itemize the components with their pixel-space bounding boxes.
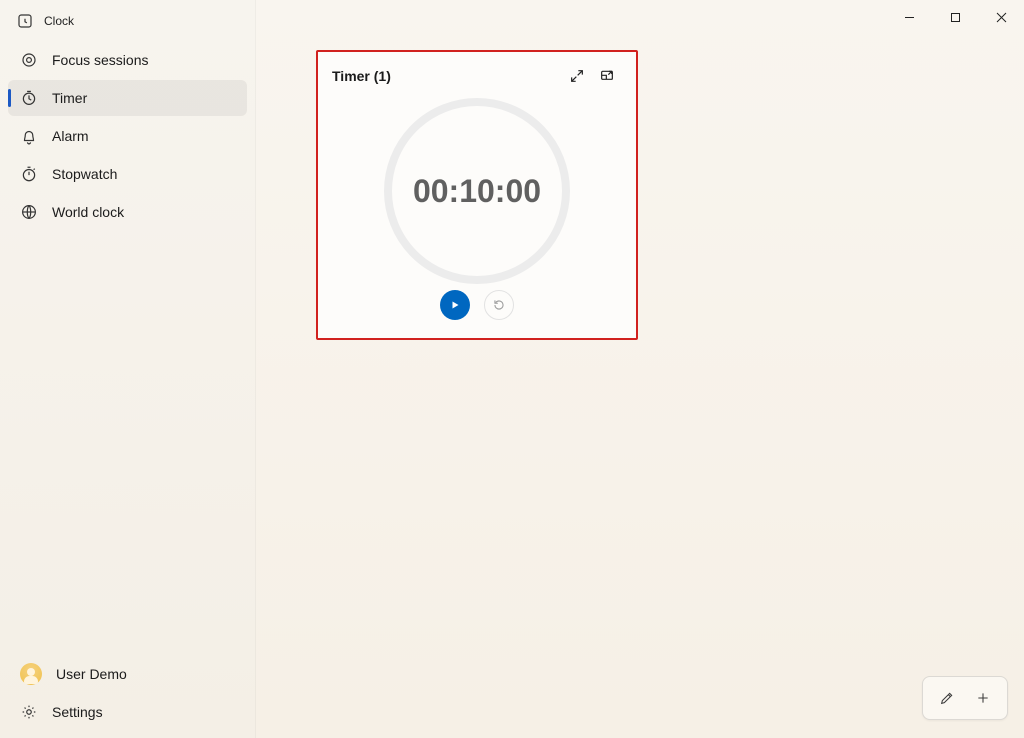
sidebar-item-timer[interactable]: Timer <box>8 80 247 116</box>
close-button[interactable] <box>978 0 1024 34</box>
nav: Focus sessions Timer Alarm Stopwatch Wor <box>4 40 251 232</box>
timer-time-display: 00:10:00 <box>413 173 541 210</box>
main: Timer (1) 00:10:00 <box>256 0 1024 738</box>
sidebar-item-world-clock[interactable]: World clock <box>8 194 247 230</box>
gear-icon <box>20 703 38 721</box>
timer-ring-wrap: 00:10:00 <box>332 90 622 290</box>
clock-app-icon <box>16 12 34 30</box>
reset-button[interactable] <box>484 290 514 320</box>
sidebar-bottom: User Demo Settings <box>4 656 251 734</box>
timer-icon <box>20 89 38 107</box>
sidebar-item-settings[interactable]: Settings <box>8 694 247 730</box>
expand-button[interactable] <box>562 63 592 89</box>
fab-toolbar <box>922 676 1008 720</box>
sidebar-spacer <box>4 232 251 656</box>
timer-card: Timer (1) 00:10:00 <box>316 50 638 340</box>
sidebar-item-user[interactable]: User Demo <box>8 656 247 692</box>
world-clock-icon <box>20 203 38 221</box>
timer-card-header: Timer (1) <box>332 62 622 90</box>
edit-timers-button[interactable] <box>929 680 965 716</box>
compact-overlay-button[interactable] <box>592 63 622 89</box>
sidebar-item-label: World clock <box>52 204 124 220</box>
sidebar-item-stopwatch[interactable]: Stopwatch <box>8 156 247 192</box>
sidebar-item-label: Alarm <box>52 128 89 144</box>
app-title: Clock <box>44 14 74 28</box>
window-controls <box>886 0 1024 34</box>
app-title-row: Clock <box>4 4 251 40</box>
sidebar-item-label: Focus sessions <box>52 52 148 68</box>
sidebar: Clock Focus sessions Timer Alarm Stopwa <box>0 0 256 738</box>
alarm-icon <box>20 127 38 145</box>
timer-progress-ring[interactable]: 00:10:00 <box>384 98 570 284</box>
sidebar-item-label: Settings <box>52 704 103 720</box>
focus-icon <box>20 51 38 69</box>
sidebar-item-label: Timer <box>52 90 87 106</box>
maximize-button[interactable] <box>932 0 978 34</box>
timer-title: Timer (1) <box>332 68 562 84</box>
timer-controls <box>332 290 622 324</box>
sidebar-item-label: User Demo <box>56 666 127 682</box>
minimize-button[interactable] <box>886 0 932 34</box>
add-timer-button[interactable] <box>965 680 1001 716</box>
play-button[interactable] <box>440 290 470 320</box>
sidebar-item-focus-sessions[interactable]: Focus sessions <box>8 42 247 78</box>
sidebar-item-label: Stopwatch <box>52 166 117 182</box>
sidebar-item-alarm[interactable]: Alarm <box>8 118 247 154</box>
avatar <box>20 663 42 685</box>
stopwatch-icon <box>20 165 38 183</box>
